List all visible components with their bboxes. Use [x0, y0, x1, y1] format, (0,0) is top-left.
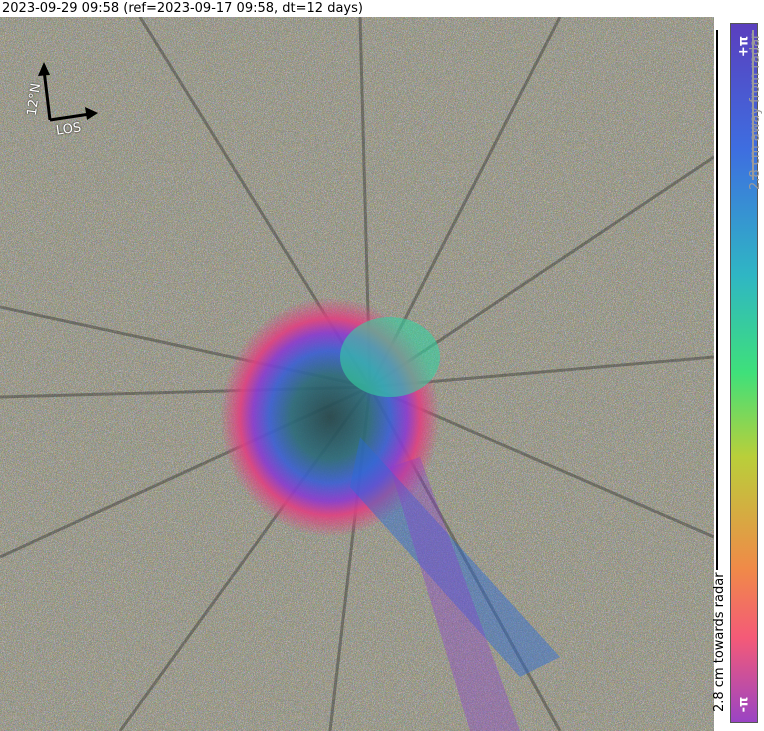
- image-title: 2023-09-29 09:58 (ref=2023-09-17 09:58, …: [0, 0, 764, 17]
- towards-radar-label: 2.8 cm towards radar: [712, 572, 727, 712]
- north-arrow: 12°N LOS: [10, 60, 100, 150]
- towards-arrow-line: [716, 30, 718, 570]
- colorbar-bottom-label: -π: [736, 696, 752, 713]
- away-from-radar-label: 2.8 cm away from radar: [748, 33, 763, 190]
- away-arrow-line: [752, 30, 754, 180]
- interferogram-image: [0, 17, 714, 731]
